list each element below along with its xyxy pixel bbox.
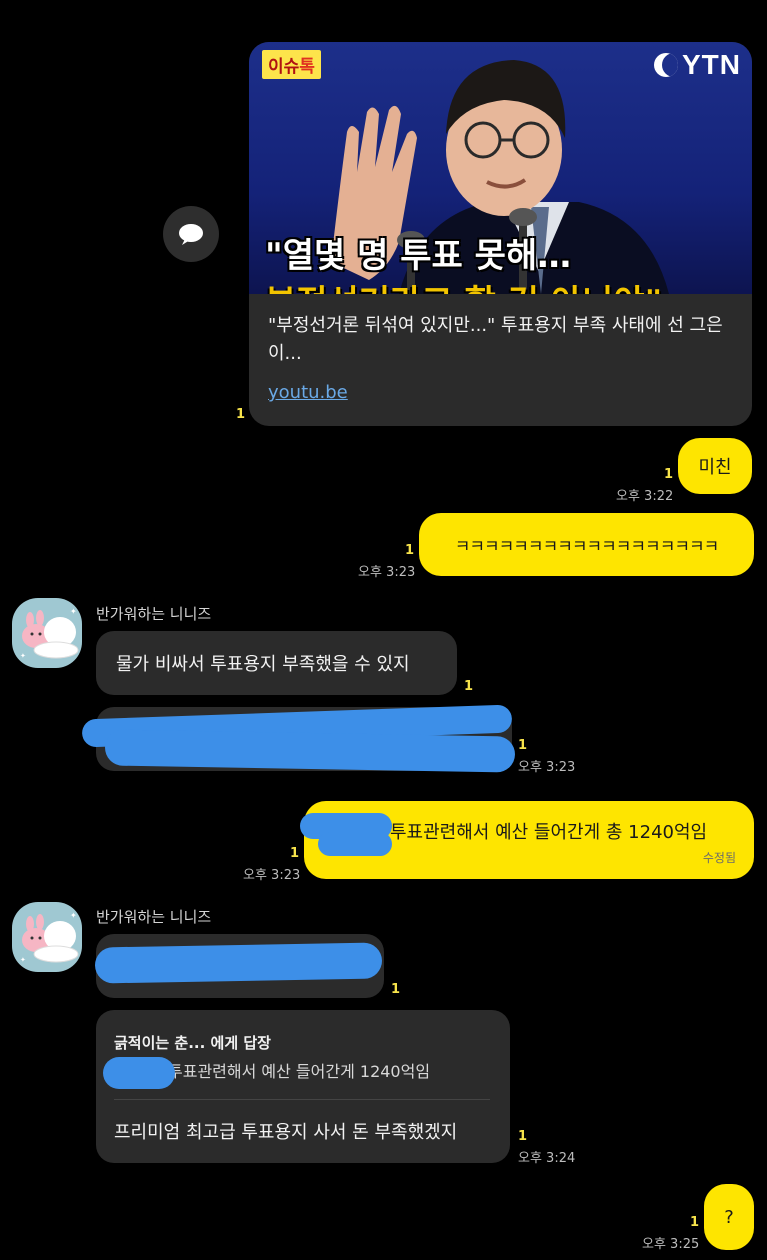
svg-text:✦: ✦	[70, 607, 77, 616]
share-button[interactable]	[163, 206, 219, 262]
friend-avatar[interactable]: ✦ ✦	[12, 598, 82, 668]
link-title[interactable]: "부정선거론 뒤섞여 있지만..." 투표용지 부족 사태에 선 그은 이...	[268, 312, 733, 368]
message-time: 오후 3:24	[518, 1151, 576, 1166]
sender-name: 반가워하는 니니즈	[96, 605, 212, 623]
my-message-bubble[interactable]: 미친	[678, 438, 752, 494]
quoted-message: 투표관련해서 예산 들어간게 1240억임	[168, 1062, 431, 1081]
svg-text:✦: ✦	[20, 956, 26, 964]
video-thumbnail[interactable]: 이슈톡 YTN "열몇 명 투표 못해… 부정선거라고 할 건 아니야"	[249, 42, 752, 294]
badge-suffix: 톡	[299, 57, 315, 77]
niniz-character-icon: ✦ ✦	[20, 911, 79, 964]
link-domain[interactable]: youtu.be	[268, 382, 348, 403]
my-message-bubble[interactable]: ?	[704, 1184, 754, 1250]
speech-bubble-icon	[179, 224, 203, 245]
unread-count: 1	[464, 679, 474, 694]
message-time: 오후 3:22	[616, 489, 674, 504]
friend-avatar[interactable]: ✦ ✦	[12, 902, 82, 972]
unread-count: 1	[236, 407, 246, 422]
svg-text:✦: ✦	[20, 652, 26, 660]
redaction-scribble	[318, 832, 392, 856]
thumbnail-headline-1: "열몇 명 투표 못해…	[265, 236, 572, 276]
unread-count: 1	[690, 1215, 700, 1230]
ytn-logo: YTN	[654, 46, 741, 84]
friend-message-bubble[interactable]: 물가 비싸서 투표용지 부족했을 수 있지	[96, 631, 457, 695]
badge-prefix: 이슈	[268, 57, 300, 77]
unread-count: 1	[290, 846, 300, 861]
unread-count: 1	[518, 1129, 528, 1144]
thumbnail-headline-2: 부정선거라고 할 건 아니야"	[265, 275, 662, 294]
my-message-bubble[interactable]: ㅋㅋㅋㅋㅋㅋㅋㅋㅋㅋㅋㅋㅋㅋㅋㅋㅋㅋ	[419, 513, 754, 576]
issue-badge: 이슈톡	[262, 50, 321, 79]
reply-text: 프리미엄 최고급 투표용지 사서 돈 부족했겠지	[114, 1122, 458, 1143]
sender-name: 반가워하는 니니즈	[96, 908, 212, 926]
unread-count: 1	[518, 738, 528, 753]
unread-count: 1	[664, 467, 674, 482]
niniz-character-icon: ✦ ✦	[20, 607, 79, 660]
svg-text:✦: ✦	[70, 911, 77, 920]
redaction-scribble	[103, 1057, 175, 1089]
message-time: 오후 3:23	[518, 760, 576, 775]
unread-count: 1	[391, 982, 401, 997]
unread-count: 1	[405, 543, 415, 558]
message-time: 오후 3:23	[358, 565, 416, 580]
redaction-scribble	[94, 942, 383, 984]
link-card[interactable]: 이슈톡 YTN "열몇 명 투표 못해… 부정선거라고 할 건 아니야" "부정…	[249, 42, 752, 426]
message-time: 오후 3:23	[243, 868, 301, 883]
reply-to-label: 긁적이는 춘... 에게 답장	[114, 1034, 271, 1052]
reply-divider	[114, 1099, 490, 1100]
edited-label: 수정됨	[702, 851, 736, 865]
redaction-scribble	[104, 729, 516, 773]
message-time: 오후 3:25	[642, 1237, 700, 1252]
